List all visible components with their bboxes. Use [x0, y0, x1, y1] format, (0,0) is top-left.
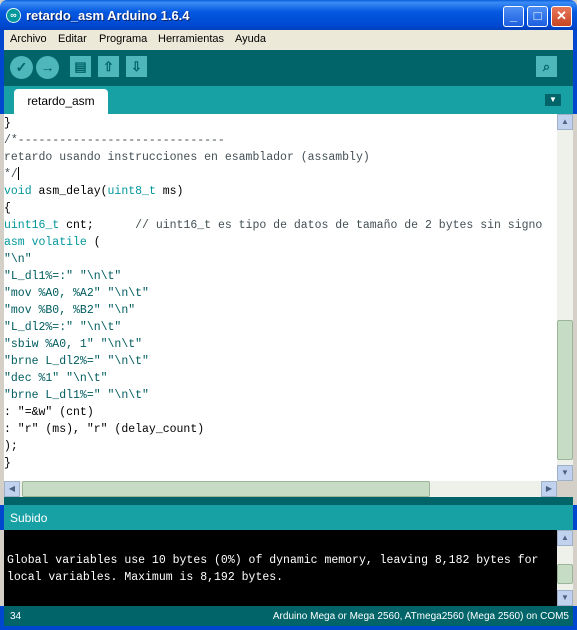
arduino-logo-icon: ∞: [6, 8, 21, 23]
minimize-button[interactable]: _: [503, 6, 524, 27]
scroll-down-icon[interactable]: ▼: [557, 590, 573, 606]
scroll-left-icon[interactable]: ◀: [4, 481, 20, 497]
status-bar: Subido: [0, 505, 577, 530]
title-bar: ∞ retardo_asm Arduino 1.6.4 _ □ ✕: [0, 0, 577, 30]
code-line: uint16_t cnt; // uint16_t es tipo de dat…: [4, 219, 543, 232]
code-line: /*------------------------------: [4, 134, 225, 147]
editor-vertical-scrollbar[interactable]: ▲ ▼: [557, 114, 573, 481]
code-line: "dec %1" "\n\t": [4, 372, 108, 385]
console-output: Global variables use 10 bytes (0%) of dy…: [4, 530, 557, 606]
code-line: "sbiw %A0, 1" "\n\t": [4, 338, 143, 351]
text-cursor: [17, 167, 19, 181]
magnifier-icon[interactable]: ⌕: [536, 56, 557, 77]
status-message: Subido: [10, 511, 48, 525]
line-number: 34: [10, 611, 22, 622]
chevron-down-icon[interactable]: ▼: [545, 94, 561, 106]
code-line: retardo usando instrucciones en esamblad…: [4, 151, 370, 164]
editor-horizontal-scrollbar[interactable]: ◀ ▶: [4, 481, 557, 497]
toolbar: ✓ → ▤ ⇧ ⇩ ⌕: [0, 50, 577, 86]
code-line: "L_dl1%=:" "\n\t": [4, 270, 122, 283]
bottom-status-bar: 34 Arduino Mega or Mega 2560, ATmega2560…: [0, 606, 577, 630]
close-button[interactable]: ✕: [551, 6, 572, 27]
console-scrollbar[interactable]: ▲ ▼: [557, 530, 573, 606]
console-line: Global variables use 10 bytes (0%) of dy…: [7, 554, 539, 567]
code-line: }: [4, 117, 11, 130]
menu-herramientas[interactable]: Herramientas: [158, 33, 224, 45]
code-line: "mov %A0, %A2" "\n\t": [4, 287, 149, 300]
scrollbar-thumb[interactable]: [557, 320, 573, 460]
code-line: asm volatile (: [4, 236, 101, 249]
tab-retardo-asm[interactable]: retardo_asm: [14, 89, 108, 114]
code-line: "brne L_dl2%=" "\n\t": [4, 355, 149, 368]
tab-bar: retardo_asm ▼: [0, 86, 577, 114]
code-line: "\n": [4, 253, 32, 266]
arrow-down-icon[interactable]: ⇩: [126, 56, 147, 77]
scroll-up-icon[interactable]: ▲: [557, 114, 573, 130]
board-info: Arduino Mega or Mega 2560, ATmega2560 (M…: [272, 611, 569, 622]
code-line: }: [4, 457, 11, 470]
code-line: "brne L_dl1%=" "\n\t": [4, 389, 149, 402]
arrow-up-icon[interactable]: ⇧: [98, 56, 119, 77]
menu-programa[interactable]: Programa: [99, 33, 147, 45]
menu-editar[interactable]: Editar: [58, 33, 87, 45]
code-line: "L_dl2%=:" "\n\t": [4, 321, 122, 334]
scroll-down-icon[interactable]: ▼: [557, 465, 573, 481]
panel-divider[interactable]: [4, 497, 573, 505]
menu-bar: Archivo Editar Programa Herramientas Ayu…: [0, 30, 577, 50]
code-line: );: [4, 440, 18, 453]
check-icon[interactable]: ✓: [10, 56, 33, 79]
code-editor[interactable]: } /*------------------------------ retar…: [4, 114, 557, 481]
code-line: {: [4, 202, 11, 215]
file-icon[interactable]: ▤: [70, 56, 91, 77]
scrollbar-thumb[interactable]: [557, 564, 573, 584]
scroll-up-icon[interactable]: ▲: [557, 530, 573, 546]
arrow-right-icon[interactable]: →: [36, 56, 59, 79]
maximize-button[interactable]: □: [527, 6, 548, 27]
console-line: local variables. Maximum is 8,192 bytes.: [7, 571, 284, 584]
scroll-right-icon[interactable]: ▶: [541, 481, 557, 497]
menu-ayuda[interactable]: Ayuda: [235, 33, 266, 45]
code-line: : "=&w" (cnt): [4, 406, 94, 419]
code-line: void asm_delay(uint8_t ms): [4, 185, 184, 198]
window-title: retardo_asm Arduino 1.6.4: [26, 8, 190, 23]
menu-archivo[interactable]: Archivo: [10, 33, 47, 45]
code-line: : "r" (ms), "r" (delay_count): [4, 423, 205, 436]
code-line: */: [4, 167, 19, 181]
code-line: "mov %B0, %B2" "\n": [4, 304, 136, 317]
scrollbar-thumb[interactable]: [22, 481, 430, 497]
